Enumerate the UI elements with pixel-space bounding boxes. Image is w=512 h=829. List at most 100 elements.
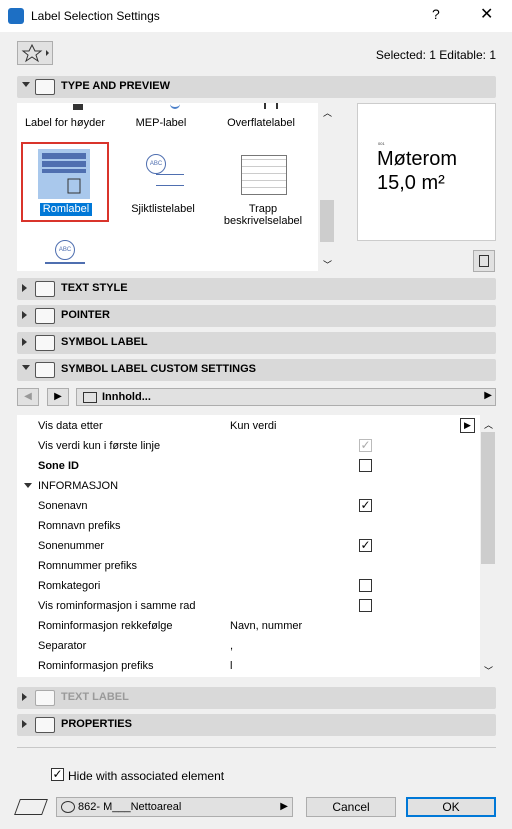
scroll-up-icon[interactable]: ︿ [484, 418, 493, 431]
room-label-icon [38, 149, 90, 199]
hide-with-element-label: Hide with associated element [68, 769, 225, 783]
eye-icon [61, 801, 75, 813]
preview-options-button[interactable] [473, 250, 495, 272]
section-title: TEXT STYLE [61, 282, 128, 294]
expand-arrow-icon [22, 284, 27, 292]
cancel-button[interactable]: Cancel [306, 797, 396, 817]
prev-page-button[interactable]: ◀ [17, 388, 39, 406]
parameter-value[interactable]: Navn, nummer [230, 620, 302, 632]
parameter-name: Romkategori [38, 580, 101, 592]
favorites-button[interactable] [17, 41, 53, 65]
expand-arrow-icon [22, 720, 27, 728]
parameter-checkbox[interactable] [359, 459, 372, 472]
ok-button[interactable]: OK [406, 797, 496, 817]
parameter-scroll-thumb[interactable] [481, 432, 495, 564]
parameter-name: Vis rominformasjon i samme rad [38, 600, 196, 612]
parameter-name: Sonenummer [38, 540, 105, 552]
parameter-name: Sone ID [38, 460, 79, 472]
section-title: TEXT LABEL [61, 691, 129, 703]
surface-label-icon [264, 103, 278, 109]
parameter-row[interactable]: Vis verdi kun i første linje ✓ [17, 436, 480, 456]
parameter-name: Vis verdi kun i første linje [38, 440, 161, 452]
scroll-down-icon[interactable]: ﹀ [484, 664, 493, 677]
archicad-app-icon [8, 8, 24, 24]
gallery-scroll-thumb[interactable] [320, 200, 334, 242]
parameter-row[interactable]: Sonenavn ✓ [17, 496, 480, 516]
symbol-label-icon [35, 335, 55, 351]
parameter-value[interactable]: , [230, 640, 233, 652]
help-button[interactable]: ? [432, 6, 440, 22]
layer-list-label-icon [156, 174, 184, 186]
star-icon [21, 43, 49, 63]
page-selector-label: Innhold... [102, 391, 151, 403]
section-type-and-preview[interactable]: TYPE AND PREVIEW [17, 76, 496, 98]
label-type-icon [35, 79, 55, 95]
abc-label-line [45, 262, 85, 264]
parameter-row[interactable]: Romnummer prefiks [17, 556, 480, 576]
pointer-icon [35, 308, 55, 324]
window-title: Label Selection Settings [31, 9, 160, 23]
parameter-name: Vis data etter [38, 420, 103, 432]
parameter-row[interactable]: Sone ID [17, 456, 480, 476]
parameter-value[interactable]: Kun verdi [230, 420, 276, 432]
section-title: PROPERTIES [61, 718, 132, 730]
parameter-value[interactable]: l [230, 660, 232, 672]
abc-circle-icon: ABC [146, 154, 166, 174]
section-symbol-label[interactable]: SYMBOL LABEL [17, 332, 496, 354]
page-selector[interactable]: Innhold... ▶ [76, 388, 496, 406]
text-label-icon [35, 690, 55, 706]
gallery-item-layer-list[interactable]: Sjiktlistelabel [115, 203, 211, 215]
parameter-row[interactable]: Vis data etter Kun verdi ▶ [17, 416, 480, 436]
preview-options-icon [479, 255, 489, 267]
gallery-item-room[interactable]: Romlabel [40, 203, 92, 216]
gallery-item-mep[interactable]: MEP-label [113, 117, 209, 129]
parameter-row[interactable]: Romkategori [17, 576, 480, 596]
close-button[interactable]: ✕ [480, 4, 493, 24]
parameter-row[interactable]: Rominformasjon prefiks l [17, 656, 480, 676]
scroll-up-icon[interactable]: ︿ [323, 106, 332, 119]
abc-label-icon: ABC [55, 240, 75, 260]
next-page-button[interactable]: ▶ [47, 388, 69, 406]
text-style-icon [35, 281, 55, 297]
parameter-row[interactable]: Sonenummer ✓ [17, 536, 480, 556]
parameter-name: INFORMASJON [38, 480, 119, 492]
stair-label-icon [241, 155, 287, 195]
section-text-style[interactable]: TEXT STYLE [17, 278, 496, 300]
parameter-row[interactable]: Romnavn prefiks [17, 516, 480, 536]
label-elevation-icon [73, 104, 83, 110]
expand-arrow-icon [22, 693, 27, 701]
layer-name: 862- M___Nettoareal [78, 801, 182, 813]
layer-icon [14, 799, 48, 815]
section-pointer[interactable]: POINTER [17, 305, 496, 327]
parameter-name: Rominformasjon prefiks [38, 660, 154, 672]
preview-room-name: Møterom [377, 148, 457, 170]
parameter-checkbox: ✓ [359, 438, 372, 452]
parameter-name: Sonenavn [38, 500, 88, 512]
scroll-down-icon[interactable]: ﹀ [323, 258, 332, 271]
collapse-arrow-icon [22, 82, 30, 87]
gallery-scrollbar[interactable] [319, 103, 335, 271]
room-label-graphic [42, 153, 86, 194]
value-dropdown-icon[interactable]: ▶ [460, 418, 475, 433]
parameter-checkbox[interactable]: ✓ [359, 499, 372, 512]
gallery-item-elevation[interactable]: Label for høyder [17, 117, 113, 129]
parameter-checkbox[interactable] [359, 599, 372, 612]
parameter-name: Romnavn prefiks [38, 520, 121, 532]
selection-info: Selected: 1 Editable: 1 [375, 48, 496, 62]
hide-with-element-checkbox[interactable]: ✓ [51, 768, 64, 781]
parameter-row[interactable]: Vis rominformasjon i samme rad [17, 596, 480, 616]
gallery-item-surface[interactable]: Overflatelabel [213, 117, 309, 129]
parameter-group-row[interactable]: INFORMASJON [17, 476, 480, 496]
gallery-item-stair[interactable]: Trapp beskrivelselabel [214, 203, 312, 227]
parameter-checkbox[interactable]: ✓ [359, 539, 372, 552]
section-symbol-label-custom[interactable]: SYMBOL LABEL CUSTOM SETTINGS [17, 359, 496, 381]
section-title: SYMBOL LABEL CUSTOM SETTINGS [61, 363, 256, 375]
dropdown-arrow-icon: ▶ [484, 390, 492, 401]
list-icon [83, 392, 97, 403]
section-properties[interactable]: PROPERTIES [17, 714, 496, 736]
parameter-row[interactable]: Rominformasjon rekkefølge Navn, nummer [17, 616, 480, 636]
layer-selector[interactable]: 862- M___Nettoareal ▶ [56, 797, 293, 817]
parameter-row[interactable]: Separator, [17, 636, 480, 656]
parameter-checkbox[interactable] [359, 579, 372, 592]
divider [17, 747, 496, 748]
